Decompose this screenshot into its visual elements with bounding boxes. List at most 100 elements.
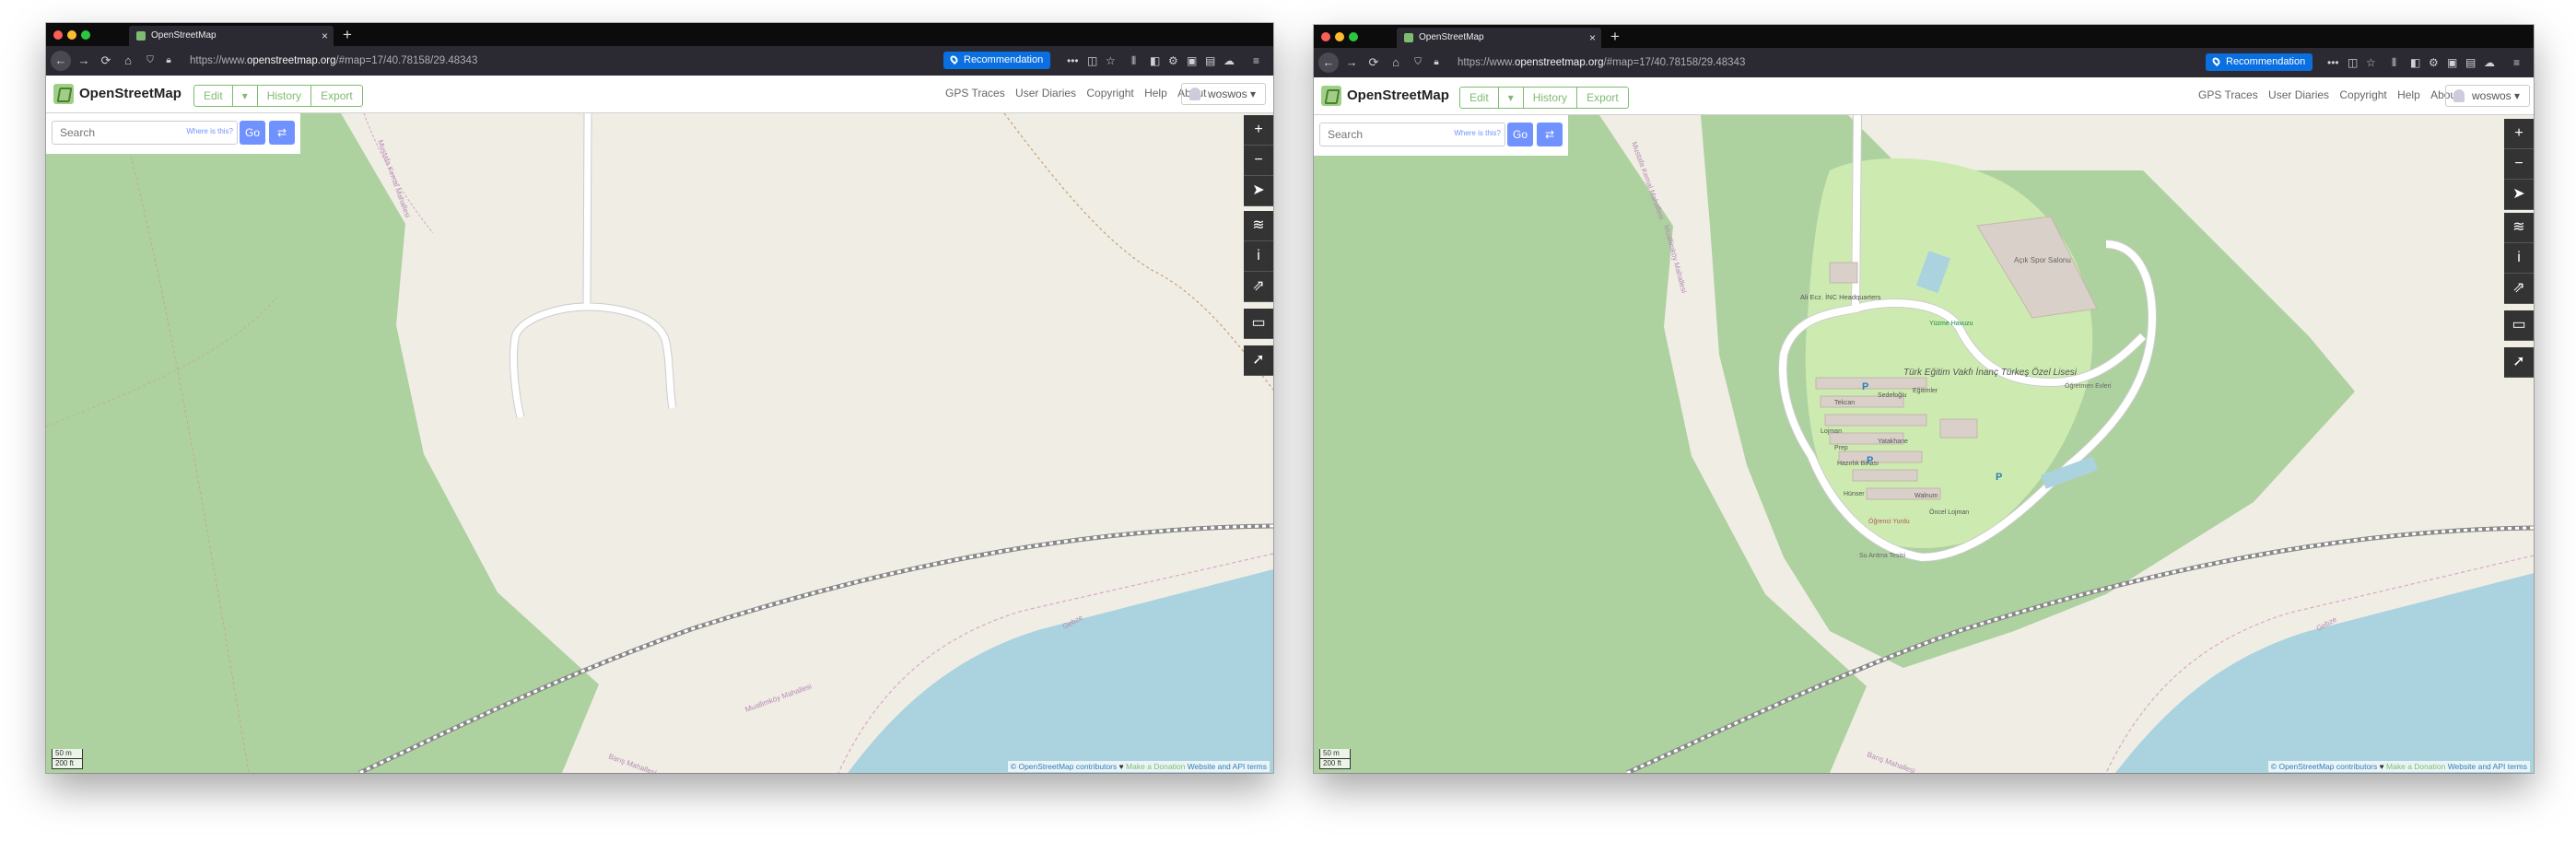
forward-button[interactable]: →	[1343, 54, 1360, 71]
locate-button[interactable]: ➤	[1244, 176, 1273, 206]
query-features-button[interactable]: ➚	[2504, 347, 2534, 378]
directions-button[interactable]: ⇄	[1537, 123, 1563, 146]
nav-user-diaries[interactable]: User Diaries	[1015, 87, 1076, 99]
back-button[interactable]: ←	[51, 51, 71, 71]
recommendation-button[interactable]: Recommendation	[2206, 53, 2313, 71]
edit-button[interactable]: Edit	[1460, 88, 1499, 108]
nav-copyright[interactable]: Copyright	[1086, 87, 1133, 99]
more-actions-button[interactable]: •••	[1067, 53, 1079, 69]
close-window-button[interactable]	[1321, 32, 1330, 41]
minimize-window-button[interactable]	[1335, 32, 1344, 41]
minimize-window-button[interactable]	[67, 30, 76, 40]
zoom-out-button[interactable]: −	[2504, 149, 2534, 180]
zoom-window-button[interactable]	[1349, 32, 1358, 41]
tab-openstreetmap[interactable]: OpenStreetMap ×	[1397, 28, 1601, 48]
lock-icon[interactable]: 🔒︎	[160, 53, 177, 69]
donation-link[interactable]: Make a Donation	[1126, 762, 1185, 771]
search-input[interactable]	[58, 125, 172, 140]
map-key-button[interactable]: i	[1244, 241, 1273, 272]
osm-logo-icon[interactable]	[53, 84, 74, 104]
extension-icon[interactable]: ⚙	[1168, 53, 1178, 69]
notes-icon[interactable]: ▤	[1205, 53, 1215, 69]
add-note-button[interactable]: ▭	[1244, 309, 1273, 339]
nav-copyright[interactable]: Copyright	[2339, 88, 2386, 101]
back-button[interactable]: ←	[1318, 53, 1339, 73]
nav-user-diaries[interactable]: User Diaries	[2268, 88, 2329, 101]
extension-icon[interactable]: ⚙	[2429, 54, 2439, 71]
shield-icon[interactable]: ⛉	[142, 53, 158, 69]
go-button[interactable]: Go	[240, 121, 265, 145]
lock-icon[interactable]: 🔒︎	[1428, 54, 1445, 71]
sidebar-icon[interactable]: ◧	[2410, 54, 2420, 71]
menu-button[interactable]: ≡	[2513, 54, 2520, 71]
library-icon[interactable]: ⫴	[1131, 53, 1136, 69]
map-key-button[interactable]: i	[2504, 243, 2534, 274]
new-tab-button[interactable]: +	[1610, 27, 1620, 47]
edit-dropdown-button[interactable]: ▾	[233, 86, 258, 106]
reload-button[interactable]: ⟳	[1365, 54, 1382, 71]
history-button[interactable]: History	[258, 86, 312, 106]
contributors-link[interactable]: © OpenStreetMap contributors	[1011, 762, 1117, 771]
share-button[interactable]: ⇗	[2504, 274, 2534, 304]
export-button[interactable]: Export	[311, 86, 362, 106]
user-menu-button[interactable]: woswos ▾	[1181, 83, 1267, 105]
zoom-window-button[interactable]	[81, 30, 90, 40]
library-icon[interactable]: ⫴	[2392, 54, 2396, 71]
bookmark-star-icon[interactable]: ☆	[2366, 54, 2376, 71]
nav-gps-traces[interactable]: GPS Traces	[945, 87, 1005, 99]
share-button[interactable]: ⇗	[1244, 272, 1273, 302]
edit-button[interactable]: Edit	[194, 86, 233, 106]
nav-help[interactable]: Help	[2397, 88, 2420, 101]
donation-link[interactable]: Make a Donation	[2386, 762, 2445, 771]
reload-button[interactable]: ⟳	[98, 53, 114, 69]
sidebar-icon[interactable]: ◧	[1150, 53, 1160, 69]
screenshot-icon[interactable]: ▣	[1187, 53, 1197, 69]
zoom-in-button[interactable]: +	[1244, 115, 1273, 146]
shield-icon[interactable]: ⛉	[1410, 54, 1426, 71]
zoom-out-button[interactable]: −	[1244, 146, 1273, 176]
search-input[interactable]	[1326, 127, 1440, 142]
layers-button[interactable]: ≋	[2504, 213, 2534, 243]
user-menu-button[interactable]: woswos ▾	[2445, 85, 2531, 107]
history-button[interactable]: History	[1524, 88, 1578, 108]
nav-gps-traces[interactable]: GPS Traces	[2198, 88, 2258, 101]
pocket-icon[interactable]: ◫	[2348, 54, 2358, 71]
export-button[interactable]: Export	[1577, 88, 1628, 108]
forward-button[interactable]: →	[76, 53, 92, 69]
zoom-in-button[interactable]: +	[2504, 119, 2534, 149]
directions-button[interactable]: ⇄	[269, 121, 295, 145]
menu-button[interactable]: ≡	[1253, 53, 1259, 69]
new-tab-button[interactable]: +	[343, 25, 352, 45]
home-button[interactable]: ⌂	[1388, 54, 1404, 71]
layers-button[interactable]: ≋	[1244, 211, 1273, 241]
map-view[interactable]: Açık Spor Salonu Ali Ecz. İNC Headquarte…	[1314, 115, 2534, 773]
nav-help[interactable]: Help	[1144, 87, 1167, 99]
terms-link[interactable]: Website and API terms	[2448, 762, 2527, 771]
tab-close-button[interactable]: ×	[1589, 28, 1596, 48]
url-field[interactable]: https://www.openstreetmap.org/#map=17/40…	[190, 53, 477, 69]
tab-openstreetmap[interactable]: OpenStreetMap ×	[129, 26, 334, 46]
contributors-link[interactable]: © OpenStreetMap contributors	[2271, 762, 2377, 771]
close-window-button[interactable]	[53, 30, 63, 40]
query-features-button[interactable]: ➚	[1244, 345, 1273, 376]
terms-link[interactable]: Website and API terms	[1188, 762, 1267, 771]
more-actions-button[interactable]: •••	[2327, 54, 2339, 71]
where-is-this-link[interactable]: Where is this?	[186, 127, 233, 135]
add-note-button[interactable]: ▭	[2504, 310, 2534, 341]
go-button[interactable]: Go	[1507, 123, 1533, 146]
cloud-icon[interactable]: ☁	[1224, 53, 1235, 69]
where-is-this-link[interactable]: Where is this?	[1454, 129, 1501, 137]
notes-icon[interactable]: ▤	[2465, 54, 2476, 71]
screenshot-icon[interactable]: ▣	[2447, 54, 2457, 71]
bookmark-star-icon[interactable]: ☆	[1106, 53, 1116, 69]
url-field[interactable]: https://www.openstreetmap.org/#map=17/40…	[1458, 54, 1745, 71]
osm-brand[interactable]: OpenStreetMap	[1347, 88, 1449, 103]
pocket-icon[interactable]: ◫	[1087, 53, 1097, 69]
cloud-icon[interactable]: ☁	[2484, 54, 2495, 71]
osm-brand[interactable]: OpenStreetMap	[79, 86, 181, 101]
recommendation-button[interactable]: Recommendation	[943, 52, 1051, 69]
osm-logo-icon[interactable]	[1321, 86, 1341, 106]
tab-close-button[interactable]: ×	[322, 26, 328, 46]
map-view[interactable]: Mustafa Kemal Mahallesi Gebze Muallimköy…	[46, 113, 1273, 773]
edit-dropdown-button[interactable]: ▾	[1499, 88, 1524, 108]
